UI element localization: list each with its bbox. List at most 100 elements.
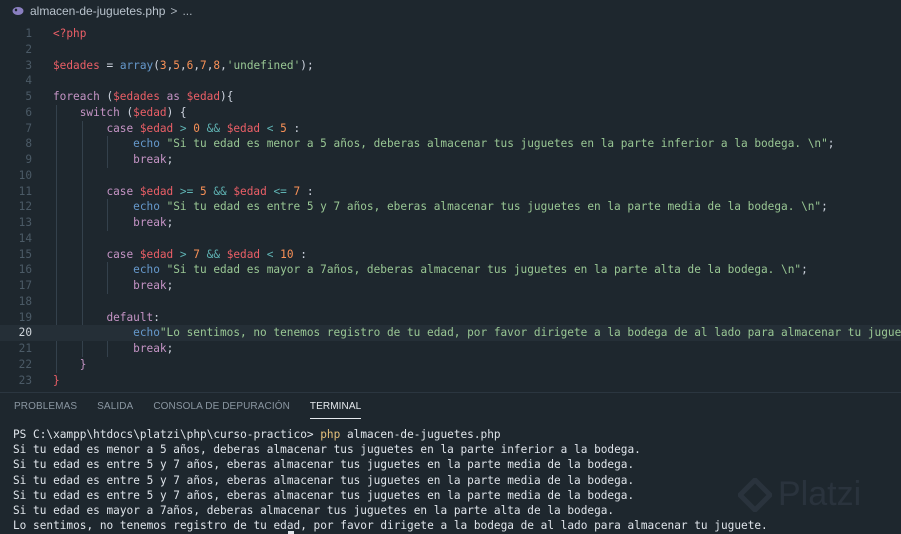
code-token: 0: [193, 121, 200, 135]
code-token: ;: [801, 263, 808, 277]
code-line[interactable]: 17 break;: [0, 278, 901, 294]
code-line[interactable]: 22 }: [0, 357, 901, 373]
panel-divider: [0, 392, 901, 393]
line-number: 1: [25, 27, 32, 40]
code-token: case: [106, 121, 134, 135]
code-line[interactable]: 11 case $edad >= 5 && $edad <= 7 :: [0, 184, 901, 200]
code-token: ;: [166, 279, 174, 292]
code-line[interactable]: 1 <?php: [0, 26, 901, 42]
terminal[interactable]: PS C:\xampp\htdocs\platzi\php\curso-prac…: [13, 427, 768, 533]
code-text: <?php: [53, 26, 86, 42]
tab-salida[interactable]: SALIDA: [97, 398, 133, 418]
code-text: case $edad > 7 && $edad < 10 :: [53, 247, 306, 263]
code-token: case: [106, 184, 134, 198]
code-text: case $edad >= 5 && $edad <= 7 :: [53, 184, 313, 200]
line-number: 20: [18, 326, 32, 340]
code-token: break: [133, 279, 167, 292]
php-elephant-icon: [12, 5, 24, 17]
code-token: 5: [199, 184, 207, 198]
breadcrumb-file[interactable]: almacen-de-juguetes.php: [30, 4, 165, 18]
terminal-output-line: Si tu edad es entre 5 y 7 años, eberas a…: [13, 473, 635, 487]
line-number: 5: [25, 90, 32, 103]
code-token: default: [106, 310, 154, 324]
code-token: }: [79, 357, 87, 371]
code-token: (: [99, 90, 114, 103]
code-line[interactable]: 2: [0, 42, 901, 58]
code-line[interactable]: 12 echo "Si tu edad es entre 5 y 7 años,…: [0, 199, 901, 215]
code-token: <: [260, 121, 281, 135]
line-number: 2: [25, 42, 32, 56]
code-token: ,: [179, 58, 187, 72]
code-token: $edad: [139, 247, 174, 261]
code-token: break: [133, 216, 167, 229]
code-text: default:: [53, 310, 160, 326]
breadcrumb-more[interactable]: ...: [182, 4, 192, 18]
line-number: 18: [18, 294, 32, 308]
line-number: 9: [25, 153, 32, 166]
code-line[interactable]: 23}: [0, 373, 901, 389]
line-number: 14: [18, 231, 32, 245]
code-editor[interactable]: 1 <?php 2 3 $edades = array(3,5,6,7,8,'undef…: [0, 22, 901, 388]
tab-terminal[interactable]: TERMINAL: [309, 398, 362, 419]
code-line[interactable]: 7 case $edad > 0 && $edad < 5 :: [0, 121, 901, 137]
code-token: "Lo sentimos, no tenemos registro de tu …: [159, 326, 901, 340]
panel-tabs: PROBLEMAS SALIDA CONSOLA DE DEPURACIÓN T…: [0, 398, 367, 419]
code-token: <=: [266, 184, 294, 198]
code-line[interactable]: 16 echo "Si tu edad es mayor a 7años, de…: [0, 262, 901, 278]
code-line[interactable]: 15 case $edad > 7 && $edad < 10 :: [0, 247, 901, 263]
tab-consola-depuracion[interactable]: CONSOLA DE DEPURACIÓN: [153, 398, 290, 418]
code-text: foreach ($edades as $edad){: [53, 89, 233, 105]
code-line[interactable]: 5 foreach ($edades as $edad){: [0, 89, 901, 105]
code-line[interactable]: 10: [0, 168, 901, 184]
code-token: as: [159, 90, 187, 103]
code-token: ;: [827, 137, 835, 151]
line-number: 3: [25, 58, 32, 72]
code-token: break: [133, 153, 167, 166]
code-line[interactable]: 13 break;: [0, 215, 901, 231]
tab-problemas[interactable]: PROBLEMAS: [14, 398, 77, 418]
line-number: 12: [18, 200, 32, 214]
code-text: case $edad > 0 && $edad < 5 :: [53, 121, 300, 137]
terminal-output-line: Lo sentimos, no tenemos registro de tu e…: [13, 519, 768, 533]
code-line[interactable]: 6 switch ($edad) {: [0, 105, 901, 121]
line-number: 4: [25, 74, 32, 88]
code-token: :: [153, 310, 160, 324]
line-number: 22: [18, 357, 32, 371]
code-line[interactable]: 19 default:: [0, 310, 901, 326]
line-number: 21: [18, 342, 32, 355]
line-number: 6: [25, 105, 32, 119]
line-number: 7: [25, 121, 32, 135]
terminal-output-line: Si tu edad es menor a 5 años, deberas al…: [13, 443, 641, 457]
code-token: $edad: [226, 247, 261, 261]
code-token: echo: [133, 326, 160, 340]
code-token: 3: [159, 58, 167, 72]
code-token: ,: [220, 58, 227, 72]
code-line[interactable]: 21 break;: [0, 341, 901, 357]
code-token: "Si tu edad es entre 5 y 7 años, eberas …: [166, 200, 822, 214]
code-line[interactable]: 8 echo "Si tu edad es menor a 5 años, de…: [0, 136, 901, 152]
line-number: 8: [25, 137, 32, 151]
terminal-output-line: Si tu edad es mayor a 7años, deberas alm…: [13, 504, 615, 518]
code-line[interactable]: 4: [0, 73, 901, 89]
code-line[interactable]: 20 echo"Lo sentimos, no tenemos registro…: [0, 325, 901, 341]
code-token: ){: [220, 90, 234, 103]
code-text: }: [53, 357, 87, 373]
code-line[interactable]: 18: [0, 294, 901, 310]
code-text: echo "Si tu edad es mayor a 7años, deber…: [53, 262, 808, 278]
code-line[interactable]: 14: [0, 231, 901, 247]
code-token: :: [286, 121, 301, 135]
code-text: $edades = array(3,5,6,7,8,'undefined');: [53, 58, 314, 74]
code-line[interactable]: 9 break;: [0, 152, 901, 168]
code-token: 'undefined': [226, 58, 301, 72]
code-token: ;: [166, 216, 174, 229]
code-token: ;: [166, 153, 174, 166]
code-line[interactable]: 3 $edades = array(3,5,6,7,8,'undefined');: [0, 58, 901, 74]
code-token: >=: [173, 184, 200, 198]
